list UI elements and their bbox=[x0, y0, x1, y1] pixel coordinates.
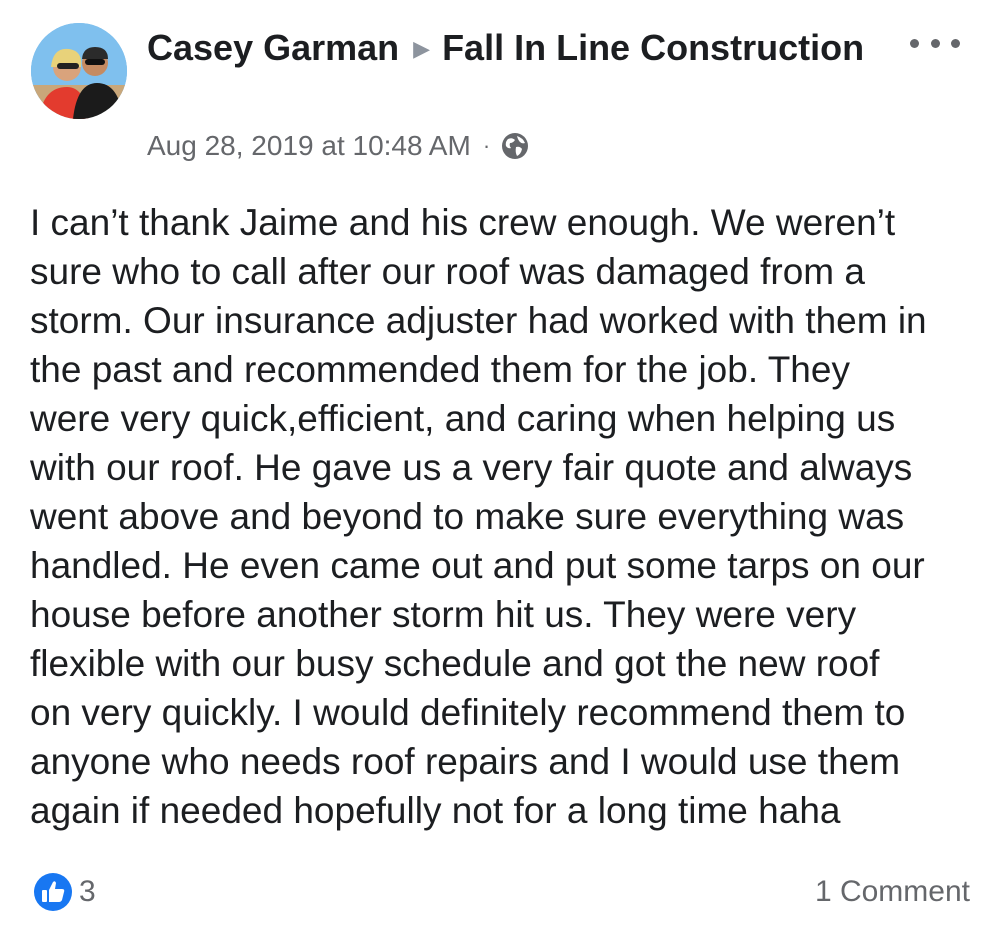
author-avatar[interactable] bbox=[31, 23, 127, 119]
post-text-line: anyone who needs roof repairs and I woul… bbox=[30, 741, 901, 782]
more-dot bbox=[910, 38, 919, 48]
facebook-post: Casey Garman ▶ Fall In Line Construction A… bbox=[0, 0, 1000, 932]
post-text-line: with our roof. He gave us a very fair qu… bbox=[30, 447, 913, 488]
post-text-line: again if needed hopefully not for a long… bbox=[30, 790, 841, 831]
globe-icon[interactable] bbox=[500, 131, 530, 161]
author-name[interactable]: Casey Garman bbox=[147, 27, 399, 68]
more-dot bbox=[930, 38, 940, 48]
post-text-line: handled. He even came out and put some t… bbox=[30, 545, 925, 586]
post-text-line: the past and recommended them for the jo… bbox=[30, 349, 850, 390]
post-text-line: sure who to call after our roof was dama… bbox=[30, 251, 865, 292]
like-count[interactable]: 3 bbox=[79, 873, 96, 911]
avatar-photo bbox=[31, 23, 127, 119]
like-icon[interactable] bbox=[33, 872, 73, 912]
more-dot bbox=[951, 38, 960, 48]
post-text-line: were very quick,efficient, and caring wh… bbox=[30, 398, 896, 439]
post-text-line: I can’t thank Jaime and his crew enough.… bbox=[30, 202, 896, 243]
post-text-line: storm. Our insurance adjuster had worked… bbox=[30, 300, 927, 341]
shared-to-arrow-icon: ▶ bbox=[413, 36, 431, 61]
post-text-line: flexible with our busy schedule and got … bbox=[30, 643, 880, 684]
post-text-line: went above and beyond to make sure every… bbox=[30, 496, 905, 537]
post-header-title: Casey Garman ▶ Fall In Line Construction bbox=[147, 24, 867, 73]
post-timestamp[interactable]: Aug 28, 2019 at 10:48 AM bbox=[147, 126, 471, 166]
post-meta: Aug 28, 2019 at 10:48 AM · bbox=[147, 126, 530, 166]
post-text-line: on very quickly. I would definitely reco… bbox=[30, 692, 906, 733]
more-options-icon[interactable] bbox=[910, 28, 960, 58]
comment-count-link[interactable]: 1 Comment bbox=[815, 873, 970, 911]
post-body: I can’t thank Jaime and his crew enough.… bbox=[30, 198, 990, 835]
meta-separator: · bbox=[482, 133, 491, 158]
target-page-name[interactable]: Fall In Line Construction bbox=[442, 27, 864, 68]
post-text-line: house before another storm hit us. They … bbox=[30, 594, 857, 635]
